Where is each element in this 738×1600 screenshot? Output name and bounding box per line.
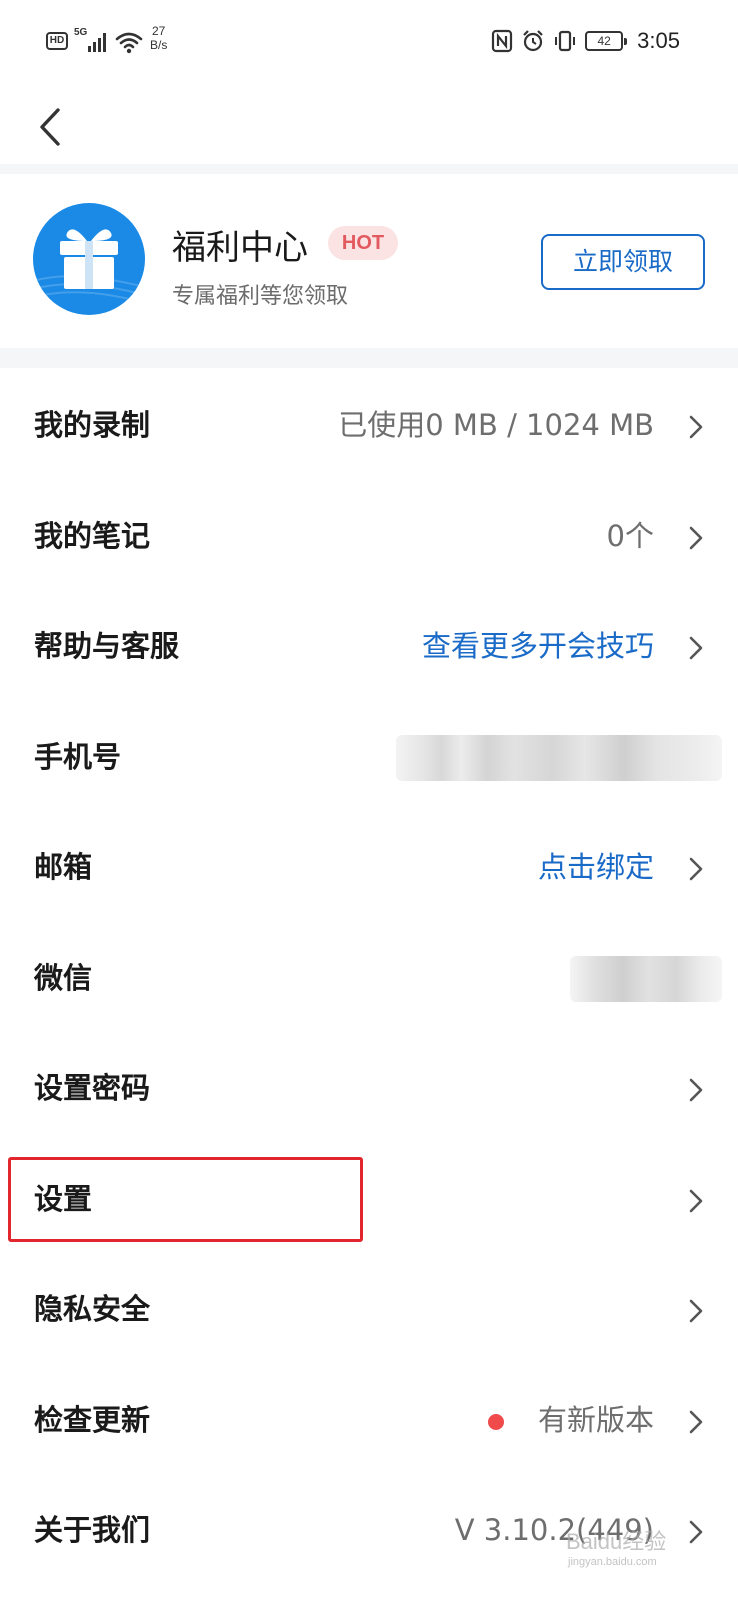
- battery-indicator: 42: [585, 31, 628, 51]
- back-button[interactable]: [30, 104, 70, 150]
- menu-item-label: 设置密码: [34, 1071, 151, 1105]
- menu-item-my-notes[interactable]: 我的笔记 0个: [0, 481, 738, 592]
- chevron-right-icon: [689, 1410, 703, 1433]
- menu-item-label: 检查更新: [34, 1402, 151, 1437]
- claim-now-button[interactable]: 立即领取: [541, 234, 705, 290]
- menu-item-my-recording[interactable]: 我的录制 已使用0 MB / 1024 MB: [0, 370, 738, 481]
- phone-number-blurred: [396, 734, 722, 781]
- status-right: 42 3:05: [491, 28, 680, 54]
- menu-item-label: 微信: [34, 960, 93, 995]
- section-divider: [0, 348, 738, 368]
- chevron-right-icon: [689, 1299, 703, 1323]
- chevron-right-icon: [689, 1189, 703, 1212]
- menu-item-label: 关于我们: [34, 1513, 151, 1547]
- status-bar: HD 5G 27 B/s 42 3:05: [0, 0, 738, 84]
- bind-email-link[interactable]: 点击绑定: [538, 812, 654, 922]
- gift-icon: [33, 203, 145, 315]
- welfare-title: 福利中心: [172, 228, 308, 268]
- menu-item-label: 我的笔记: [34, 518, 151, 553]
- chevron-right-icon: [689, 1520, 703, 1544]
- chevron-right-icon: [689, 857, 703, 881]
- help-tips-link[interactable]: 查看更多开会技巧: [422, 591, 654, 701]
- notes-count: 0个: [606, 518, 654, 553]
- chevron-right-icon: [689, 1078, 703, 1102]
- wifi-icon: [115, 32, 143, 54]
- hd-badge: HD: [46, 32, 68, 50]
- menu-item-phone[interactable]: 手机号: [0, 702, 738, 813]
- menu-item-wechat[interactable]: 微信: [0, 923, 738, 1034]
- alarm-icon: [523, 30, 543, 52]
- welfare-subtitle: 专属福利等您领取: [172, 284, 349, 309]
- signal-icon: 5G: [74, 24, 108, 54]
- wechat-name-blurred: [570, 955, 722, 1002]
- menu-item-email[interactable]: 邮箱 点击绑定: [0, 812, 738, 923]
- menu-item-privacy[interactable]: 隐私安全: [0, 1254, 738, 1365]
- welfare-center-card[interactable]: 福利中心 HOT 专属福利等您领取 立即领取: [0, 174, 738, 348]
- menu-item-check-update[interactable]: 检查更新 有新版本: [0, 1365, 738, 1476]
- baidu-watermark: Baidu经验: [566, 1529, 667, 1554]
- menu-item-label: 手机号: [34, 739, 122, 774]
- menu-item-label: 隐私安全: [34, 1292, 151, 1326]
- chevron-right-icon: [689, 526, 703, 549]
- update-dot-badge: [488, 1413, 504, 1430]
- menu-item-label: 邮箱: [34, 850, 93, 884]
- menu-item-set-password[interactable]: 设置密码: [0, 1033, 738, 1144]
- menu-item-label: 帮助与客服: [34, 629, 180, 663]
- status-left: HD 5G 27 B/s: [46, 24, 167, 58]
- baidu-watermark-url: jingyan.baidu.com: [568, 1556, 657, 1568]
- nfc-icon: [492, 29, 513, 53]
- update-status: 有新版本: [537, 1402, 654, 1437]
- settings-highlight-annotation: [8, 1157, 363, 1242]
- recording-usage: 已使用0 MB / 1024 MB: [338, 408, 654, 442]
- hot-badge: HOT: [328, 226, 398, 260]
- network-speed: 27 B/s: [150, 24, 168, 52]
- settings-menu: 我的录制 已使用0 MB / 1024 MB 我的笔记 0个 帮助与客服 查看更…: [0, 370, 738, 1586]
- vibrate-icon: [555, 30, 576, 52]
- network-type-label: 5G: [74, 27, 88, 38]
- chevron-right-icon: [689, 415, 703, 439]
- menu-item-label: 我的录制: [34, 408, 151, 442]
- chevron-right-icon: [689, 636, 703, 660]
- menu-item-help[interactable]: 帮助与客服 查看更多开会技巧: [0, 591, 738, 702]
- status-time: 3:05: [637, 28, 680, 53]
- section-divider: [0, 164, 738, 174]
